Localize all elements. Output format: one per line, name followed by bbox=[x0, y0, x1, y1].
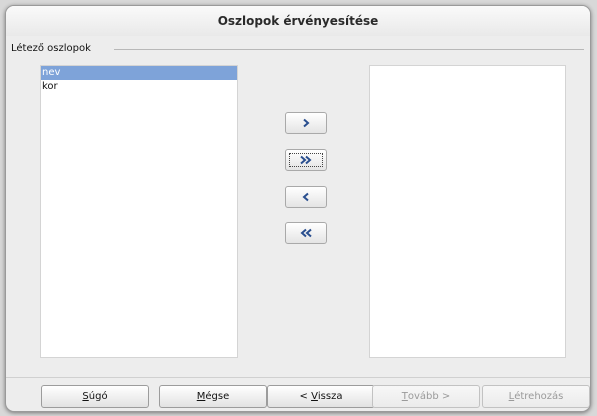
list-item[interactable]: nev bbox=[41, 66, 237, 80]
existing-columns-label: Létező oszlopok bbox=[11, 43, 95, 54]
chevron-right-icon bbox=[303, 118, 310, 128]
existing-columns-list[interactable]: nev kor bbox=[40, 65, 238, 358]
footer-divider bbox=[6, 377, 590, 378]
cancel-mnemonic: M bbox=[196, 391, 206, 402]
remove-all-button[interactable] bbox=[285, 222, 327, 244]
remove-one-button[interactable] bbox=[285, 186, 327, 208]
back-button[interactable]: < Vissza bbox=[267, 385, 375, 408]
cancel-label: égse bbox=[205, 391, 230, 402]
cancel-button[interactable]: Mégse bbox=[159, 385, 267, 408]
group-divider bbox=[114, 49, 584, 50]
list-item[interactable]: kor bbox=[41, 80, 237, 94]
double-chevron-right-icon bbox=[300, 155, 312, 165]
create-button[interactable]: Létrehozás bbox=[482, 385, 590, 408]
next-label: ovább > bbox=[407, 391, 451, 402]
chevron-left-icon bbox=[302, 192, 309, 202]
help-label: úgó bbox=[88, 391, 108, 402]
add-all-button[interactable] bbox=[285, 149, 327, 171]
help-button[interactable]: Súgó bbox=[41, 385, 149, 408]
next-button[interactable]: Tovább > bbox=[372, 385, 480, 408]
back-mnemonic: V bbox=[311, 391, 318, 402]
double-chevron-left-icon bbox=[300, 228, 312, 238]
dialog-title: Oszlopok érvényesítése bbox=[6, 6, 590, 36]
add-one-button[interactable] bbox=[285, 112, 327, 134]
dialog-window: Oszlopok érvényesítése Létező oszlopok n… bbox=[5, 5, 591, 412]
back-label: issza bbox=[317, 391, 343, 402]
selected-columns-list[interactable] bbox=[369, 65, 566, 358]
back-prefix: < bbox=[299, 391, 312, 402]
create-label: étrehozás bbox=[514, 391, 564, 402]
